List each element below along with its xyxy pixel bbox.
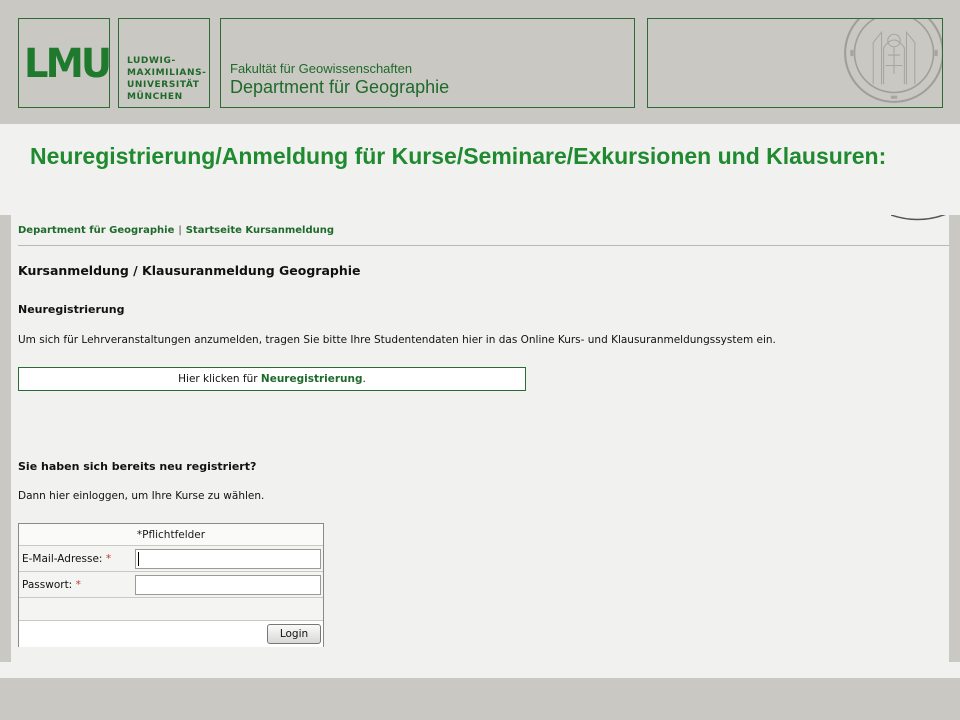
page-heading: Kursanmeldung / Klausuranmeldung Geograp…	[18, 263, 361, 278]
register-suffix: .	[362, 373, 366, 385]
university-name: LUDWIG- MAXIMILIANS- UNIVERSITÄT MÜNCHEN	[127, 55, 207, 103]
breadcrumb-separator: |	[178, 225, 182, 236]
university-name-line: MAXIMILIANS-	[127, 68, 207, 78]
breadcrumb-home-link[interactable]: Department für Geographie	[18, 225, 174, 236]
university-name-line: MÜNCHEN	[127, 92, 183, 102]
seal-box	[647, 18, 943, 108]
header: LMU LUDWIG- MAXIMILIANS- UNIVERSITÄT MÜN…	[0, 0, 960, 124]
button-row: Login	[19, 621, 323, 647]
login-section-heading: Sie haben sich bereits neu registriert?	[18, 460, 257, 473]
lmu-logo-box: LMU	[18, 18, 112, 108]
university-name-box: LUDWIG- MAXIMILIANS- UNIVERSITÄT MÜNCHEN	[118, 18, 210, 108]
university-seal-icon	[844, 19, 942, 103]
password-label: Passwort: *	[22, 579, 81, 591]
required-marker: *	[105, 553, 112, 565]
university-name-line: LUDWIG-	[127, 56, 176, 66]
university-name-line: UNIVERSITÄT	[127, 80, 200, 90]
login-intro-text: Dann hier einloggen, um Ihre Kurse zu wä…	[18, 490, 265, 502]
department-box: Fakultät für Geowissenschaften Departmen…	[220, 18, 635, 108]
slide-title: Neuregistrierung/Anmeldung für Kurse/Sem…	[30, 143, 887, 169]
email-row: E-Mail-Adresse: *	[19, 546, 323, 572]
register-prefix: Hier klicken für	[178, 373, 261, 385]
breadcrumb: Department für Geographie | Startseite Kur…	[18, 225, 334, 236]
login-form: *Pflichtfelder E-Mail-Adresse: * Passwor…	[18, 523, 324, 647]
swoosh-icon	[891, 215, 946, 221]
department-name: Department für Geographie	[230, 77, 450, 97]
register-section-heading: Neuregistrierung	[18, 303, 125, 316]
lmu-logo: LMU	[24, 41, 112, 87]
register-intro-text: Um sich für Lehrveranstaltungen anzumeld…	[18, 334, 776, 346]
email-label: E-Mail-Adresse: *	[22, 553, 111, 565]
register-link[interactable]: Neuregistrierung	[261, 373, 363, 385]
required-marker: *	[75, 579, 81, 591]
password-label-text: Passwort:	[22, 579, 73, 591]
login-button[interactable]: Login	[267, 624, 321, 644]
spacer-row	[19, 598, 323, 621]
footer-band	[0, 678, 960, 720]
registration-page: Department für Geographie | Startseite Kur…	[11, 215, 949, 662]
breadcrumb-divider	[18, 245, 949, 246]
faculty-name: Fakultät für Geowissenschaften	[230, 61, 413, 76]
password-field[interactable]	[135, 575, 321, 595]
required-fields-note: *Pflichtfelder	[19, 524, 323, 546]
password-row: Passwort: *	[19, 572, 323, 598]
register-link-box[interactable]: Hier klicken für Neuregistrierung.	[18, 367, 526, 391]
text-cursor	[138, 552, 139, 566]
email-field[interactable]	[135, 549, 321, 569]
email-label-text: E-Mail-Adresse:	[22, 553, 103, 565]
breadcrumb-current-link[interactable]: Startseite Kursanmeldung	[186, 225, 334, 236]
content-bottom-strip	[0, 662, 960, 678]
